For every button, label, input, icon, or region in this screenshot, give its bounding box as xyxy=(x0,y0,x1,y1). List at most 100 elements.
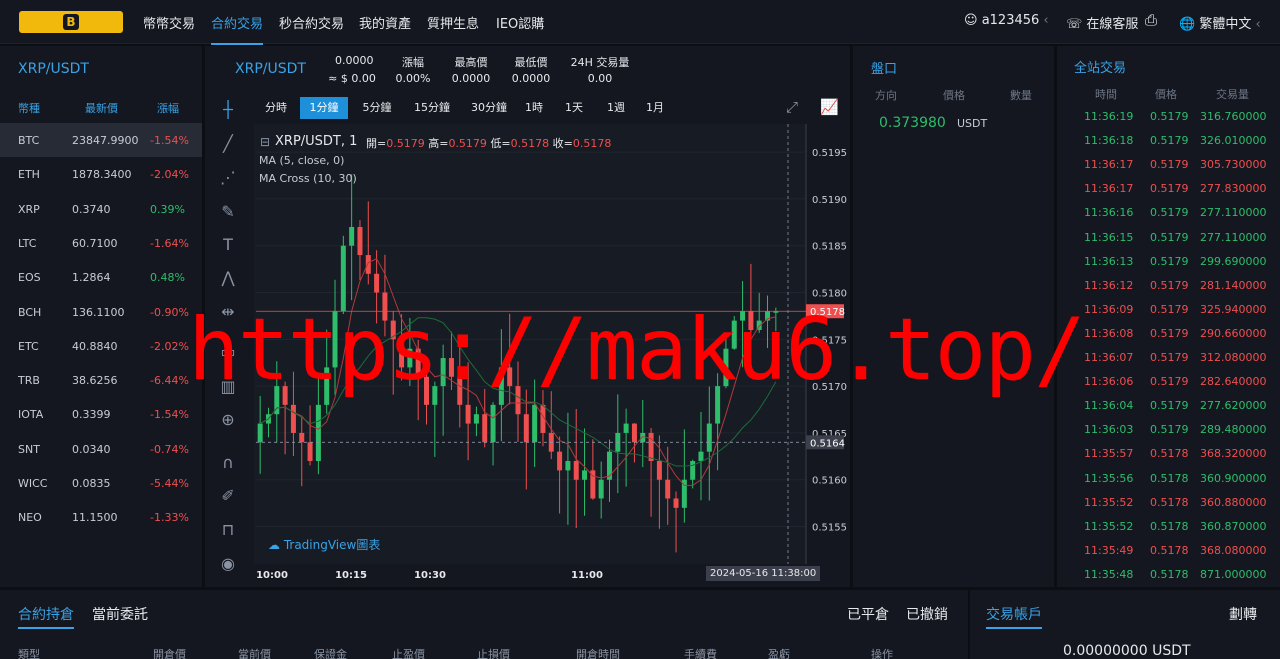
positions-col: 止損價 xyxy=(477,648,510,659)
tab-closed[interactable]: 已平倉 xyxy=(847,604,889,624)
trade-time: 11:36:17 xyxy=(1084,182,1134,196)
candle-body xyxy=(332,311,338,368)
tab-cancelled[interactable]: 已撤銷 xyxy=(906,604,948,624)
trades-title: 全站交易 xyxy=(1074,61,1127,76)
candle-body xyxy=(490,404,496,443)
candle-body xyxy=(374,273,380,293)
trade-time: 11:36:13 xyxy=(1084,254,1134,268)
positions-col: 當前價 xyxy=(238,648,271,659)
tab-orders[interactable]: 當前委託 xyxy=(92,604,148,624)
low-label: 低= xyxy=(490,137,511,150)
candle-body xyxy=(432,386,438,405)
trade-volume: 312.080000 xyxy=(1200,351,1267,364)
candle-body xyxy=(740,311,746,321)
candle-body xyxy=(723,348,729,387)
candle-body xyxy=(349,226,355,246)
trade-row: 11:35:49 0.5178 368.080000 xyxy=(1058,538,1278,562)
trade-volume: 290.660000 xyxy=(1200,326,1267,340)
trade-time: 11:36:04 xyxy=(1084,399,1134,413)
tab-positions[interactable]: 合約持倉 xyxy=(18,604,74,629)
trade-price: 0.5179 xyxy=(1150,351,1189,364)
trade-row: 11:36:12 0.5179 281.140000 xyxy=(1058,273,1278,297)
trade-price: 0.5179 xyxy=(1150,399,1189,413)
candle-body xyxy=(299,432,305,443)
brand-label: TradingView圖表 xyxy=(283,538,381,552)
tradingview-brand[interactable]: ☁ TradingView圖表 xyxy=(268,536,380,553)
positions-col: 止盈價 xyxy=(392,648,425,659)
trade-price: 0.5179 xyxy=(1150,134,1189,148)
positions-col: 類型 xyxy=(18,648,40,659)
high-label: 高= xyxy=(428,137,449,150)
trade-time: 11:36:12 xyxy=(1084,278,1134,292)
trade-volume: 277.110000 xyxy=(1200,230,1267,244)
trade-price: 0.5178 xyxy=(1150,447,1189,461)
positions-col: 操作 xyxy=(871,648,893,659)
trade-time: 11:35:56 xyxy=(1084,471,1134,485)
trade-row: 11:36:17 0.5179 277.830000 xyxy=(1058,176,1278,200)
positions-col: 保證金 xyxy=(314,648,347,659)
candle-body xyxy=(424,376,430,405)
candle-body xyxy=(731,320,737,349)
trade-price: 0.5178 xyxy=(1150,519,1189,533)
trade-row: 11:36:17 0.5179 305.730000 xyxy=(1058,152,1278,176)
candle-body xyxy=(357,226,363,256)
trade-volume: 305.730000 xyxy=(1200,158,1267,172)
candle-body xyxy=(673,498,679,508)
tab-account[interactable]: 交易帳戶 xyxy=(986,604,1042,629)
trade-time: 11:36:17 xyxy=(1084,158,1134,172)
ohlc-readout: 開=0.5179 高=0.5179 低=0.5178 收=0.5178 xyxy=(366,135,611,151)
candle-body xyxy=(340,245,346,312)
tr-col-price: 價格 xyxy=(1155,88,1177,101)
trade-row: 11:36:16 0.5179 277.110000 xyxy=(1058,200,1278,224)
trade-time: 11:36:08 xyxy=(1084,326,1134,340)
trade-price: 0.5179 xyxy=(1150,206,1189,220)
trade-time: 11:36:16 xyxy=(1084,206,1134,220)
positions-col: 開倉時間 xyxy=(576,648,620,659)
close-value: 0.5178 xyxy=(572,137,612,150)
collapse-icon[interactable]: ⊟ xyxy=(260,135,270,149)
price-tick: 0.5170 xyxy=(812,382,847,393)
bottom-panel: 合約持倉 當前委託 已平倉 已撤銷 交易帳戶 劃轉 0.00000000 USD… xyxy=(0,590,1280,659)
candle-body xyxy=(623,423,629,433)
trade-volume: 326.010000 xyxy=(1200,134,1267,148)
candle-body xyxy=(290,404,296,433)
trade-volume: 277.830000 xyxy=(1200,182,1267,196)
trade-volume: 368.320000 xyxy=(1200,447,1267,461)
price-tick: 0.5195 xyxy=(812,148,847,159)
trade-row: 11:36:15 0.5179 277.110000 xyxy=(1058,225,1278,249)
candle-body xyxy=(473,414,479,424)
trade-time: 11:36:03 xyxy=(1084,423,1134,437)
trade-row: 11:35:56 0.5178 360.900000 xyxy=(1058,466,1278,490)
trade-row: 11:35:52 0.5178 360.870000 xyxy=(1058,514,1278,538)
candle-body xyxy=(648,432,654,462)
candle-body xyxy=(582,470,588,480)
orderbook-panel: 盤口 方向 價格 數量 0.373980 USDT xyxy=(853,46,1054,587)
trade-volume: 360.870000 xyxy=(1200,519,1267,533)
trade-volume: 368.080000 xyxy=(1200,543,1267,557)
trade-price: 0.5179 xyxy=(1150,158,1189,172)
candle-body xyxy=(482,414,488,443)
positions-col: 開倉價 xyxy=(153,648,186,659)
trade-volume: 277.110000 xyxy=(1200,206,1267,220)
trade-price: 0.5179 xyxy=(1150,110,1189,123)
trade-row: 11:35:52 0.5178 360.880000 xyxy=(1058,490,1278,514)
candle-body xyxy=(573,461,579,480)
ob-unit: USDT xyxy=(957,117,988,130)
trade-price: 0.5178 xyxy=(1150,495,1189,509)
candle-body xyxy=(665,479,671,499)
trading-app: B 幣幣交易 合約交易 秒合約交易 我的資產 質押生息 IEO認購 ☺ a123… xyxy=(0,0,1280,659)
trade-row: 11:35:48 0.5178 871.000000 xyxy=(1058,562,1278,586)
trade-time: 11:36:09 xyxy=(1084,302,1134,316)
trade-price: 0.5179 xyxy=(1150,326,1189,340)
indicator-ma[interactable]: MA (5, close, 0) xyxy=(259,154,344,167)
candle-body xyxy=(507,367,513,387)
trade-volume: 360.880000 xyxy=(1200,495,1267,509)
candle-body xyxy=(598,479,604,499)
candle-body xyxy=(382,292,388,321)
indicator-ma-cross[interactable]: MA Cross (10, 30) xyxy=(259,172,357,185)
candle-body xyxy=(656,461,662,480)
trade-volume: 289.480000 xyxy=(1200,423,1267,437)
transfer-button[interactable]: 劃轉 xyxy=(1229,604,1257,624)
price-tick: 0.5160 xyxy=(812,476,847,487)
candle-body xyxy=(257,423,263,443)
